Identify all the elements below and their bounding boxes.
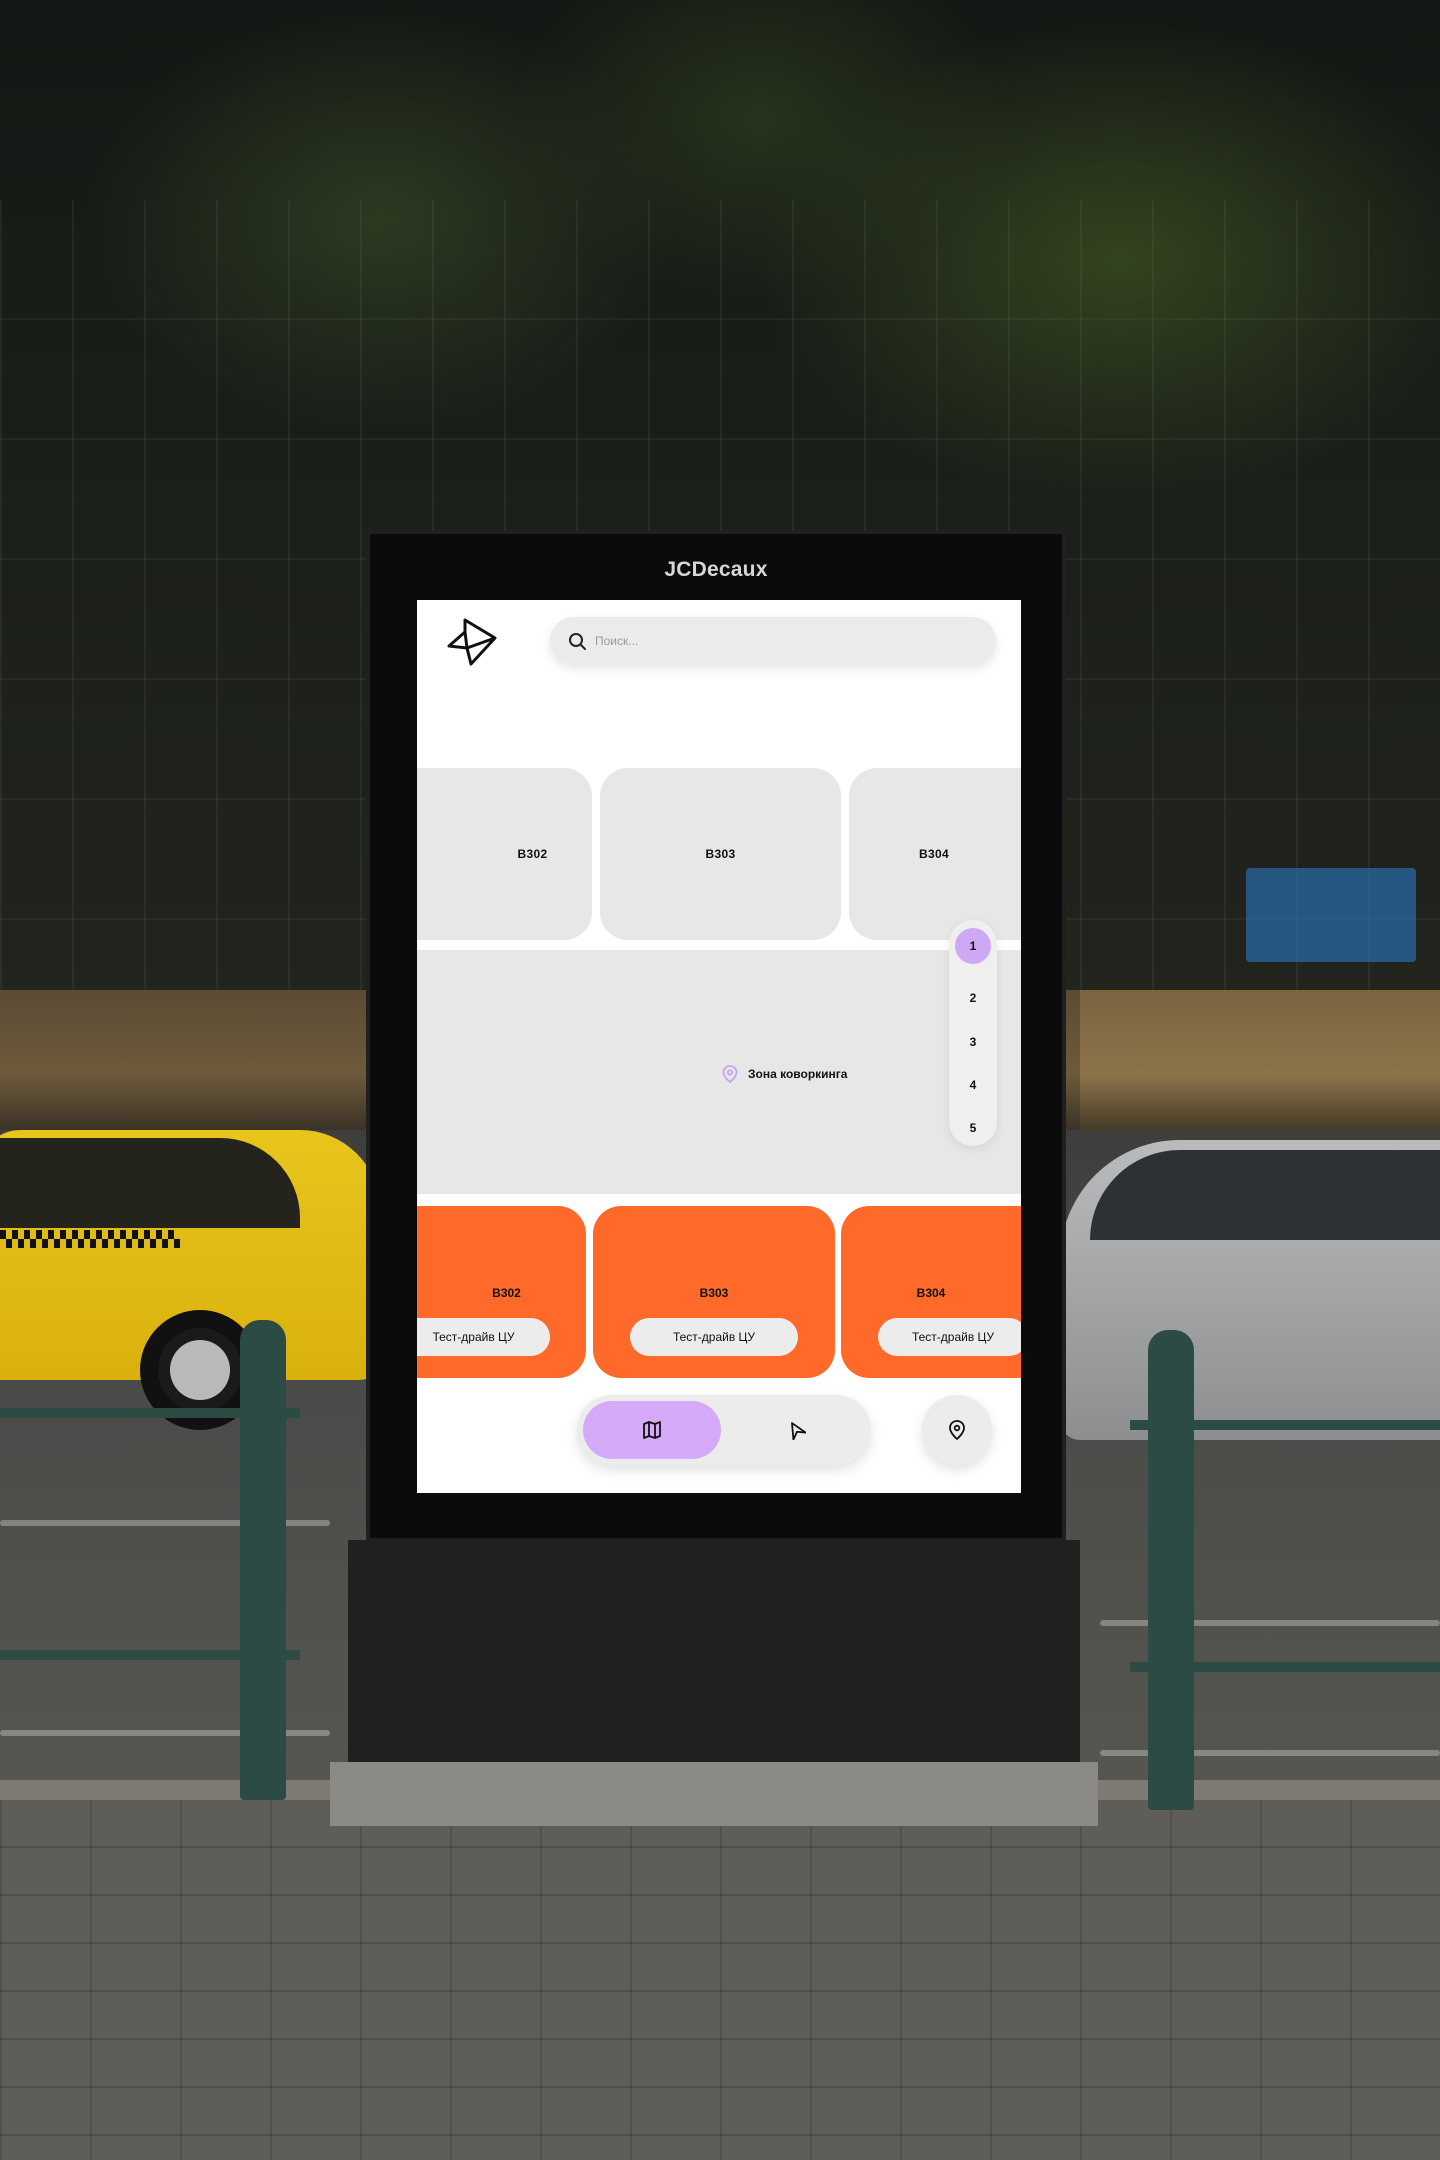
test-drive-button[interactable]: Тест-драйв ЦУ	[878, 1318, 1021, 1356]
floor-button-4[interactable]: 4	[955, 1067, 991, 1103]
building-sign	[1246, 868, 1416, 962]
sidewalk	[0, 1800, 1440, 2160]
view-toggle	[577, 1395, 871, 1465]
search-input[interactable]: Поиск...	[550, 617, 996, 665]
navigation-icon	[791, 1422, 806, 1440]
room-label: B303	[699, 1286, 729, 1300]
kiosk-base	[330, 1762, 1098, 1826]
floor-button-2[interactable]: 2	[955, 980, 991, 1016]
taxi-windows	[0, 1138, 300, 1228]
coworking-label: Зона коворкинга	[748, 1067, 848, 1081]
orange-room-b302[interactable]: B302 Тест-драйв ЦУ	[417, 1206, 586, 1378]
orange-room-b303[interactable]: B303 Тест-драйв ЦУ	[593, 1206, 835, 1378]
test-drive-button[interactable]: Тест-драйв ЦУ	[417, 1318, 550, 1356]
room-b302[interactable]: B302	[417, 768, 592, 940]
location-pin-icon	[949, 1420, 965, 1440]
room-label: B302	[517, 847, 548, 861]
floor-selector: 1 2 3 4 5	[949, 920, 997, 1146]
map-icon	[643, 1421, 661, 1439]
kiosk-screen: Поиск... B302 B303 B304 Зона коворкинга …	[417, 600, 1021, 1493]
coworking-zone[interactable]	[417, 950, 1021, 1194]
orange-room-b304[interactable]: B304 Тест-драйв ЦУ	[841, 1206, 1021, 1378]
map-view-button[interactable]	[583, 1401, 721, 1459]
search-placeholder: Поиск...	[595, 634, 639, 648]
floor-button-5[interactable]: 5	[955, 1110, 991, 1146]
room-b304[interactable]: B304	[849, 768, 1021, 940]
taxi-checker-stripe	[0, 1230, 180, 1248]
floor-button-1[interactable]: 1	[955, 928, 991, 964]
railing-post	[1148, 1330, 1194, 1810]
room-label: B303	[705, 847, 736, 861]
test-drive-button[interactable]: Тест-драйв ЦУ	[630, 1318, 798, 1356]
room-label: B304	[916, 1286, 946, 1300]
room-label: B302	[492, 1286, 521, 1300]
building-facade-lit	[1080, 990, 1440, 1130]
my-location-button[interactable]	[922, 1395, 992, 1465]
coworking-marker[interactable]: Зона коворкинга	[722, 1065, 847, 1083]
kiosk-lower-panel	[348, 1540, 1080, 1762]
railing-post	[240, 1320, 286, 1800]
room-label: B304	[919, 847, 949, 861]
floor-button-3[interactable]: 3	[955, 1024, 991, 1060]
search-icon	[569, 633, 586, 650]
grey-car-windows	[1090, 1150, 1440, 1240]
room-b303[interactable]: B303	[600, 768, 841, 940]
route-view-button[interactable]	[727, 1401, 865, 1459]
kiosk-brand: JCDecaux	[664, 558, 768, 581]
app-logo-icon	[447, 618, 497, 666]
location-pin-icon	[722, 1065, 738, 1083]
